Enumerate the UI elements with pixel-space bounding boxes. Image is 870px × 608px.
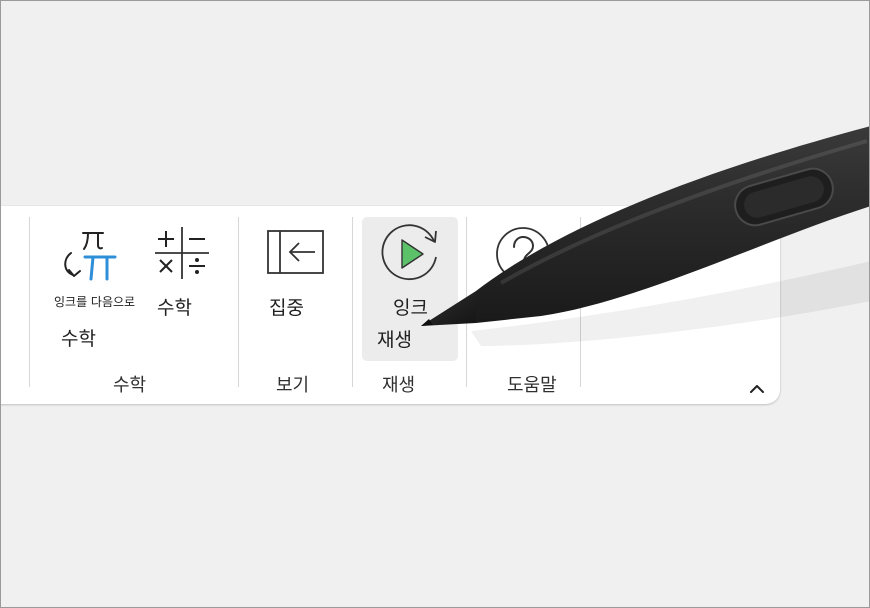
group-separator <box>352 217 353 387</box>
group-separator <box>238 217 239 387</box>
group-separator <box>29 217 30 387</box>
focus-label: 집중 <box>269 297 304 319</box>
group-separator <box>466 217 467 387</box>
math-label: 수학 <box>157 297 192 319</box>
ink-replay-label-line1: 잉크 <box>393 297 428 319</box>
math-button[interactable]: 수학 <box>151 221 215 331</box>
math-operators-icon <box>155 227 209 279</box>
focus-icon <box>267 230 324 274</box>
ink-to-math-button[interactable]: 잉크를 다음으로 수학 <box>49 221 153 351</box>
replay-icon <box>381 224 437 281</box>
ink-to-math-icon <box>64 232 117 281</box>
ink-to-math-label-line2: 수학 <box>61 328 96 350</box>
question-icon <box>496 227 550 281</box>
group-separator <box>580 217 581 387</box>
help-button[interactable] <box>481 221 571 331</box>
group-label-view: 보기 <box>276 375 310 396</box>
group-label-math: 수학 <box>113 375 147 396</box>
ink-replay-label-line2: 재생 <box>377 329 412 351</box>
focus-button[interactable]: 집중 <box>257 221 337 331</box>
group-label-help: 도움말 <box>507 375 557 396</box>
group-label-replay: 재생 <box>382 375 416 396</box>
ink-replay-button[interactable]: 잉크 재생 <box>362 217 458 361</box>
ink-to-math-label-line1: 잉크를 다음으로 <box>54 295 136 309</box>
collapse-ribbon-button[interactable] <box>746 379 768 399</box>
screen: 잉크를 다음으로 수학 수학 수학 집중 보기 잉크 재생 재생 도움말 <box>0 0 870 608</box>
chevron-up-icon <box>750 385 764 393</box>
